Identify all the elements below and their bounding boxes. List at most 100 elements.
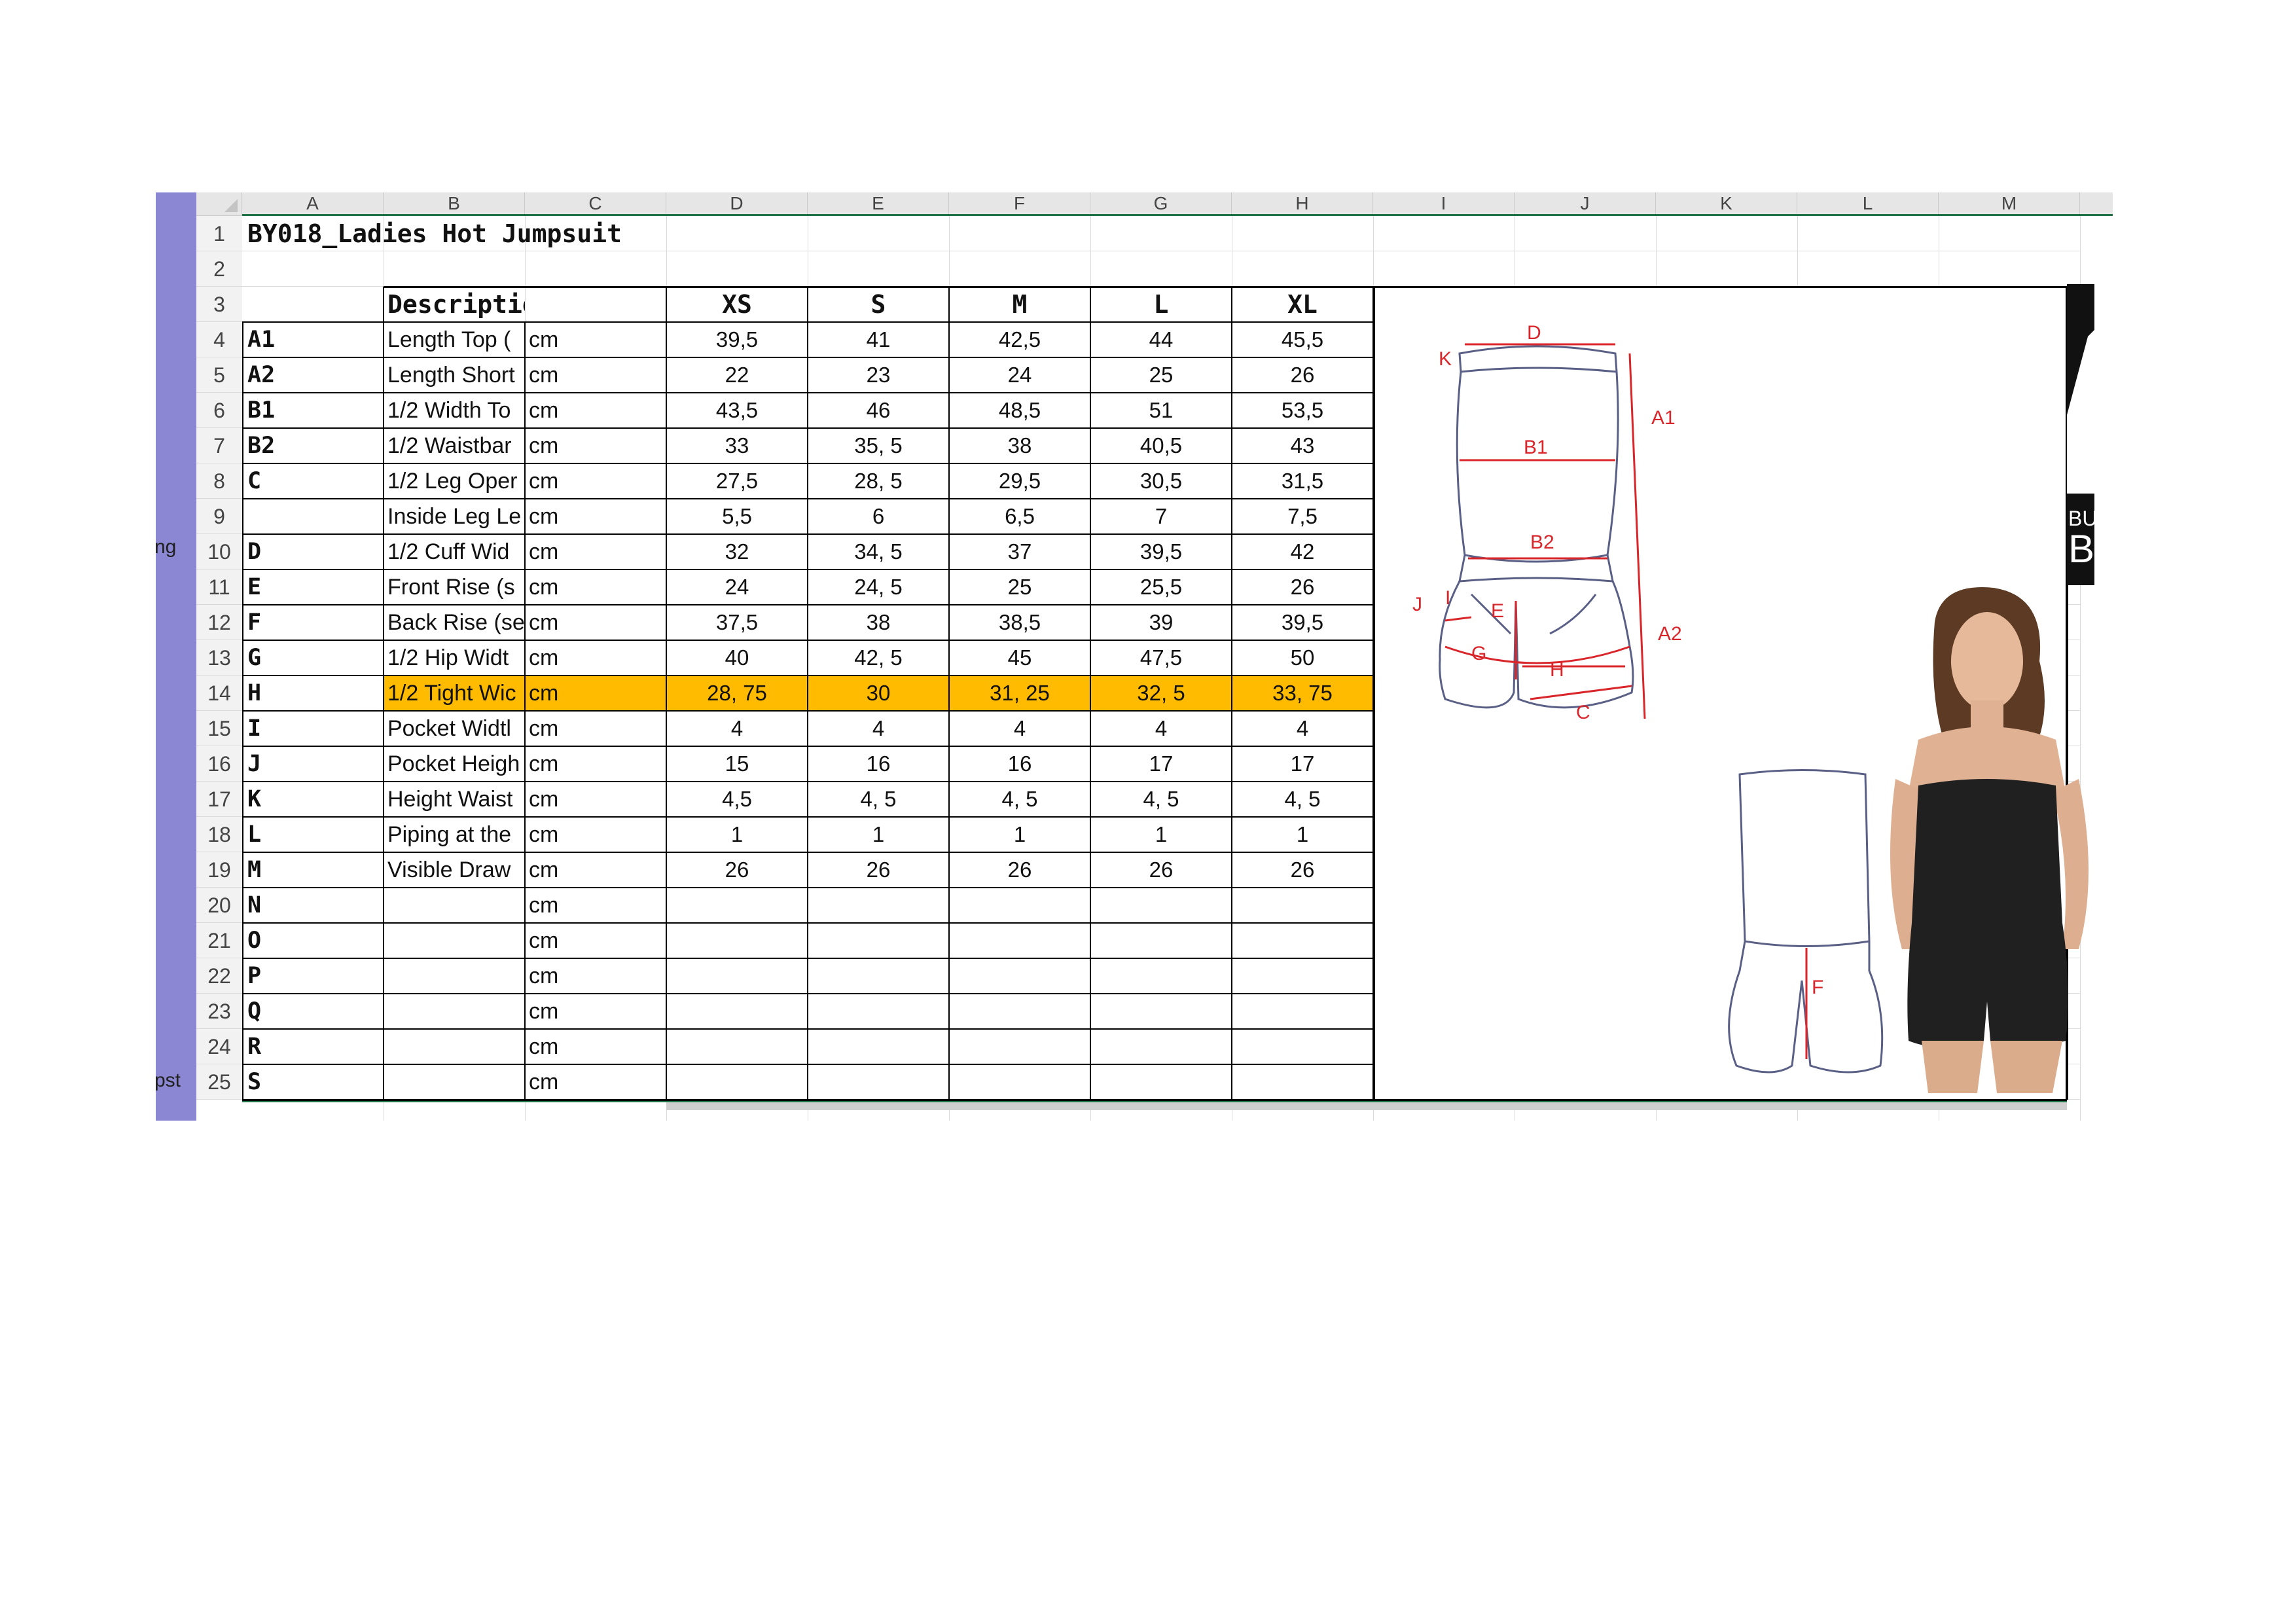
measurement-value[interactable]: 4 bbox=[1232, 711, 1373, 746]
measurement-value[interactable] bbox=[666, 1064, 808, 1100]
measurement-description[interactable]: 1/2 Hip Widt bbox=[384, 640, 525, 676]
measurement-value[interactable]: 38 bbox=[949, 428, 1090, 463]
measurement-value[interactable]: 46 bbox=[808, 393, 949, 428]
measurement-unit[interactable]: cm bbox=[525, 852, 666, 888]
measurement-description[interactable]: Piping at the bbox=[384, 817, 525, 852]
measurement-value[interactable]: 26 bbox=[1232, 852, 1373, 888]
measurement-unit[interactable]: cm bbox=[525, 817, 666, 852]
measurement-code[interactable]: E bbox=[242, 569, 384, 605]
measurement-value[interactable]: 39,5 bbox=[1232, 605, 1373, 640]
measurement-value[interactable]: 43 bbox=[1232, 428, 1373, 463]
measurement-value[interactable]: 17 bbox=[1232, 746, 1373, 782]
row-header-19[interactable]: 19 bbox=[196, 852, 242, 888]
measurement-value[interactable]: 22 bbox=[666, 357, 808, 393]
measurement-value[interactable]: 37 bbox=[949, 534, 1090, 569]
column-header-d[interactable]: D bbox=[666, 192, 808, 214]
measurement-value[interactable]: 7 bbox=[1090, 499, 1232, 534]
measurement-code[interactable]: Q bbox=[242, 994, 384, 1029]
row-header-17[interactable]: 17 bbox=[196, 782, 242, 817]
measurement-value[interactable]: 51 bbox=[1090, 393, 1232, 428]
measurement-value[interactable]: 30,5 bbox=[1090, 463, 1232, 499]
measurement-value[interactable]: 26 bbox=[1232, 357, 1373, 393]
measurement-value[interactable] bbox=[949, 994, 1090, 1029]
measurement-value[interactable]: 48,5 bbox=[949, 393, 1090, 428]
column-header-g[interactable]: G bbox=[1090, 192, 1232, 214]
row-header-21[interactable]: 21 bbox=[196, 923, 242, 958]
measurement-value[interactable] bbox=[808, 888, 949, 923]
measurement-value[interactable]: 28, 5 bbox=[808, 463, 949, 499]
measurement-value[interactable] bbox=[808, 994, 949, 1029]
measurement-code[interactable]: B1 bbox=[242, 393, 384, 428]
measurement-value[interactable]: 6 bbox=[808, 499, 949, 534]
row-header-25[interactable]: 25 bbox=[196, 1064, 242, 1100]
column-header-i[interactable]: I bbox=[1373, 192, 1515, 214]
measurement-unit[interactable]: cm bbox=[525, 676, 666, 711]
measurement-value[interactable]: 25,5 bbox=[1090, 569, 1232, 605]
measurement-unit[interactable]: cm bbox=[525, 322, 666, 357]
measurement-value[interactable] bbox=[1090, 1029, 1232, 1064]
measurement-value[interactable]: 6,5 bbox=[949, 499, 1090, 534]
measurement-unit[interactable]: cm bbox=[525, 499, 666, 534]
measurement-value[interactable]: 1 bbox=[1232, 817, 1373, 852]
measurement-value[interactable]: 38 bbox=[808, 605, 949, 640]
measurement-value[interactable] bbox=[1232, 958, 1373, 994]
measurement-value[interactable]: 33, 75 bbox=[1232, 676, 1373, 711]
measurement-value[interactable]: 16 bbox=[949, 746, 1090, 782]
measurement-code[interactable]: M bbox=[242, 852, 384, 888]
measurement-unit[interactable]: cm bbox=[525, 640, 666, 676]
measurement-code[interactable]: N bbox=[242, 888, 384, 923]
measurement-code[interactable]: A1 bbox=[242, 322, 384, 357]
measurement-value[interactable] bbox=[1232, 888, 1373, 923]
measurement-code[interactable]: S bbox=[242, 1064, 384, 1100]
measurement-unit[interactable]: cm bbox=[525, 605, 666, 640]
measurement-unit[interactable]: cm bbox=[525, 428, 666, 463]
measurement-description[interactable]: Pocket Widtl bbox=[384, 711, 525, 746]
measurement-code[interactable] bbox=[242, 499, 384, 534]
measurement-description[interactable]: 1/2 Width To bbox=[384, 393, 525, 428]
measurement-value[interactable] bbox=[808, 923, 949, 958]
measurement-value[interactable]: 25 bbox=[949, 569, 1090, 605]
measurement-unit[interactable]: cm bbox=[525, 958, 666, 994]
measurement-unit[interactable]: cm bbox=[525, 923, 666, 958]
measurement-value[interactable]: 33 bbox=[666, 428, 808, 463]
measurement-value[interactable] bbox=[666, 1029, 808, 1064]
measurement-value[interactable]: 26 bbox=[1090, 852, 1232, 888]
measurement-description[interactable]: 1/2 Tight Wic bbox=[384, 676, 525, 711]
measurement-value[interactable]: 53,5 bbox=[1232, 393, 1373, 428]
measurement-description[interactable]: Length Short bbox=[384, 357, 525, 393]
size-header-xl[interactable]: XL bbox=[1232, 287, 1373, 322]
row-header-20[interactable]: 20 bbox=[196, 888, 242, 923]
measurement-value[interactable]: 4, 5 bbox=[808, 782, 949, 817]
measurement-value[interactable]: 44 bbox=[1090, 322, 1232, 357]
measurement-value[interactable] bbox=[1232, 1064, 1373, 1100]
row-header-18[interactable]: 18 bbox=[196, 817, 242, 852]
row-header-14[interactable]: 14 bbox=[196, 676, 242, 711]
measurement-code[interactable]: I bbox=[242, 711, 384, 746]
measurement-description[interactable]: Pocket Heigh bbox=[384, 746, 525, 782]
row-header-3[interactable]: 3 bbox=[196, 287, 242, 322]
measurement-description[interactable]: 1/2 Leg Oper bbox=[384, 463, 525, 499]
measurement-description[interactable] bbox=[384, 888, 525, 923]
column-header-m[interactable]: M bbox=[1939, 192, 2080, 214]
measurement-value[interactable]: 1 bbox=[949, 817, 1090, 852]
description-header[interactable]: Description bbox=[384, 287, 525, 322]
select-all-corner[interactable] bbox=[196, 192, 242, 216]
measurement-value[interactable]: 16 bbox=[808, 746, 949, 782]
column-header-k[interactable]: K bbox=[1656, 192, 1797, 214]
measurement-description[interactable] bbox=[384, 1029, 525, 1064]
measurement-value[interactable]: 15 bbox=[666, 746, 808, 782]
measurement-value[interactable]: 43,5 bbox=[666, 393, 808, 428]
measurement-value[interactable]: 30 bbox=[808, 676, 949, 711]
measurement-value[interactable]: 1 bbox=[666, 817, 808, 852]
measurement-value[interactable]: 24 bbox=[949, 357, 1090, 393]
measurement-unit[interactable]: cm bbox=[525, 1064, 666, 1100]
measurement-code[interactable]: L bbox=[242, 817, 384, 852]
measurement-value[interactable] bbox=[666, 958, 808, 994]
measurement-value[interactable] bbox=[666, 888, 808, 923]
measurement-value[interactable]: 28, 75 bbox=[666, 676, 808, 711]
measurement-description[interactable] bbox=[384, 1064, 525, 1100]
measurement-description[interactable]: Back Rise (se bbox=[384, 605, 525, 640]
measurement-value[interactable] bbox=[1090, 923, 1232, 958]
row-header-11[interactable]: 11 bbox=[196, 569, 242, 605]
row-header-7[interactable]: 7 bbox=[196, 428, 242, 463]
